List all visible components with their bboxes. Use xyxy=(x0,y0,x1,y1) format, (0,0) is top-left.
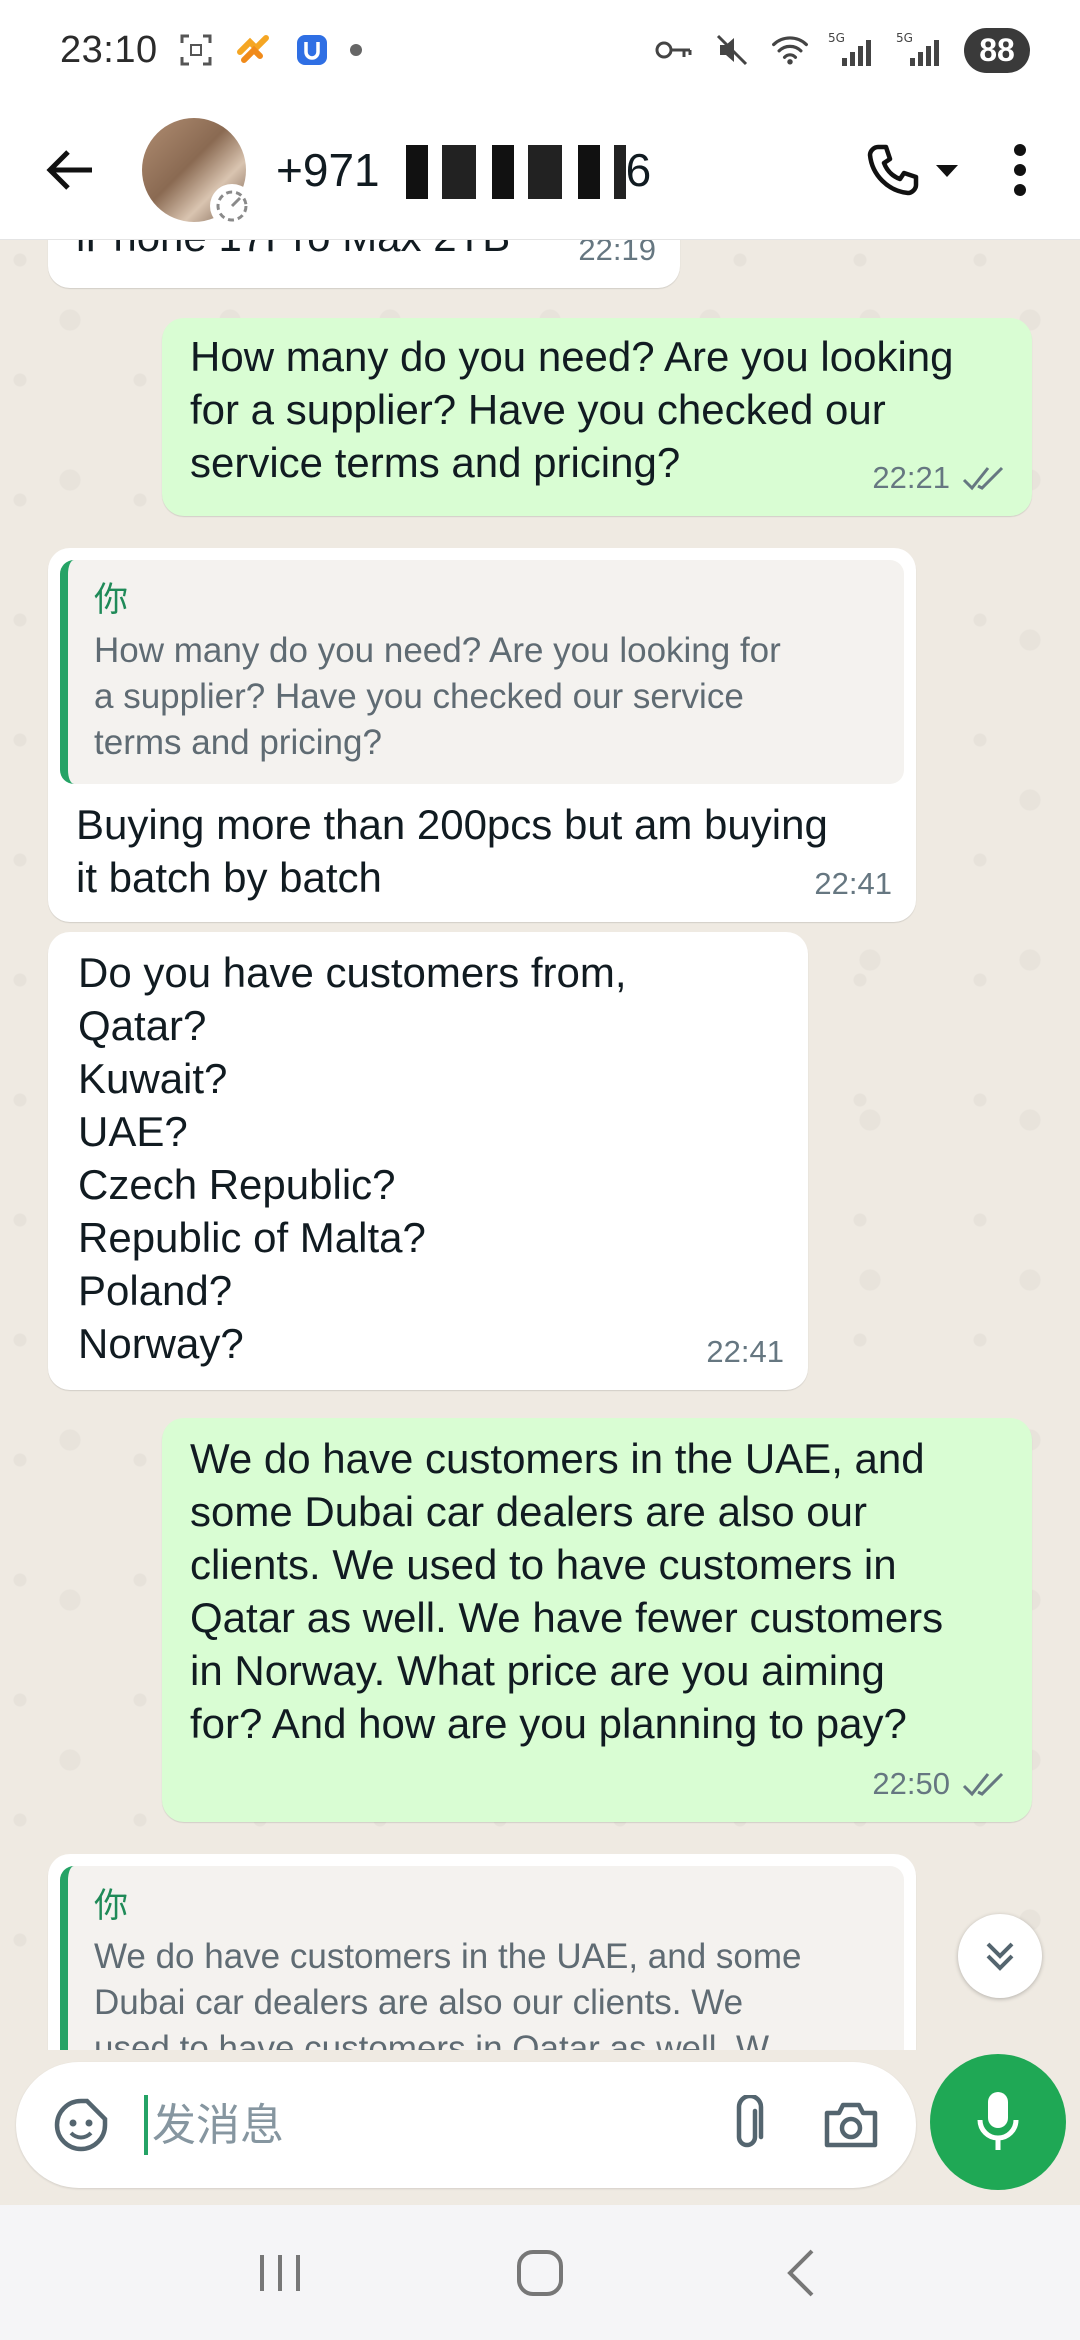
message-time: 22:21 xyxy=(872,460,950,495)
message-outgoing[interactable]: We do have customers in the UAE, and som… xyxy=(162,1418,1032,1822)
camera-button[interactable] xyxy=(816,2090,886,2160)
signal-2-icon: 5G xyxy=(896,30,946,70)
battery-indicator: 88 xyxy=(964,27,1030,73)
double-check-icon xyxy=(962,1772,1004,1796)
double-check-icon xyxy=(962,466,1004,490)
home-button[interactable] xyxy=(495,2228,585,2318)
quoted-message[interactable]: 你 We do have customers in the UAE, and s… xyxy=(60,1866,904,2050)
voice-message-button[interactable] xyxy=(930,2054,1066,2190)
more-options-button[interactable] xyxy=(990,135,1050,205)
status-ring-icon xyxy=(210,183,254,228)
message-meta: 22:41 xyxy=(814,857,892,910)
status-left: 23:10 xyxy=(60,29,362,72)
message-outgoing[interactable]: How many do you need? Are you looking fo… xyxy=(162,318,1032,516)
header-actions xyxy=(864,135,1050,205)
redacted-number xyxy=(405,144,626,199)
message-text: iPhone 17Pro Max 2TB xyxy=(76,240,652,263)
chevron-double-down-icon xyxy=(986,1942,1014,1971)
message-time: 22:50 xyxy=(872,1766,950,1801)
more-vertical-icon xyxy=(1014,143,1026,196)
screenshot-icon xyxy=(176,30,216,70)
contact-name[interactable]: +971 6 xyxy=(276,143,652,199)
network-label-1: 5G xyxy=(828,31,845,45)
camera-icon xyxy=(824,2102,878,2148)
wifi-icon xyxy=(770,30,810,70)
message-input[interactable] xyxy=(144,2095,664,2155)
microphone-icon xyxy=(977,2092,1019,2150)
contact-prefix: +971 xyxy=(276,143,380,196)
message-meta: 22:41 xyxy=(706,1325,784,1378)
message-incoming[interactable]: Do you have customers from, Qatar? Kuwai… xyxy=(48,932,808,1390)
message-time: 22:41 xyxy=(814,866,892,901)
sticker-button[interactable] xyxy=(46,2090,116,2160)
phone-icon xyxy=(867,144,919,195)
message-time: 22:19 xyxy=(578,240,656,267)
message-text: We do have customers in the UAE, and som… xyxy=(190,1435,944,1747)
avatar[interactable] xyxy=(142,117,254,228)
network-label-2: 5G xyxy=(896,31,913,45)
quoted-message[interactable]: 你 How many do you need? Are you looking … xyxy=(60,560,904,784)
message-meta: 22:19 xyxy=(578,240,656,276)
status-bar: 23:10 5G 5G 88 xyxy=(0,0,1080,100)
chat-area[interactable]: iPhone 17Pro Max 2TB 22:19 How many do y… xyxy=(0,240,1080,2050)
quote-author: 你 xyxy=(94,581,128,619)
quote-text: We do have customers in the UAE, and som… xyxy=(94,1937,802,2050)
message-meta: 22:21 xyxy=(872,451,1008,504)
sticker-icon xyxy=(54,2098,108,2152)
key-icon xyxy=(654,30,694,70)
call-button[interactable] xyxy=(864,141,962,199)
app-notification-icon xyxy=(234,30,274,70)
mute-icon xyxy=(712,30,752,70)
system-nav-bar xyxy=(0,2205,1080,2340)
status-right: 5G 5G 88 xyxy=(654,27,1030,73)
status-time: 23:10 xyxy=(60,28,158,71)
quote-text: How many do you need? Are you looking fo… xyxy=(94,631,781,762)
recent-apps-icon xyxy=(260,2254,300,2291)
more-notifications-dot xyxy=(349,44,362,56)
message-meta: 22:50 xyxy=(872,1757,1008,1810)
message-incoming-reply[interactable]: 你 How many do you need? Are you looking … xyxy=(48,548,916,922)
chat-header: +971 6 xyxy=(0,100,1080,240)
caret-down-icon xyxy=(936,164,958,177)
recent-apps-button[interactable] xyxy=(235,2228,325,2318)
chevron-left-icon xyxy=(787,2249,814,2296)
vpn-shield-icon xyxy=(292,30,332,70)
arrow-left-icon xyxy=(46,149,92,190)
signal-1-icon: 5G xyxy=(828,30,878,70)
scroll-to-bottom-button[interactable] xyxy=(958,1914,1042,1998)
message-composer xyxy=(16,2062,916,2188)
system-back-button[interactable] xyxy=(755,2228,845,2318)
quote-author: 你 xyxy=(94,1887,128,1925)
home-icon xyxy=(517,2249,563,2296)
message-text: Do you have customers from, Qatar? Kuwai… xyxy=(78,949,627,1367)
contact-suffix: 6 xyxy=(625,143,652,196)
message-incoming[interactable]: iPhone 17Pro Max 2TB 22:19 xyxy=(48,240,680,288)
attach-button[interactable] xyxy=(712,2090,782,2160)
back-button[interactable] xyxy=(40,140,100,200)
paperclip-icon xyxy=(736,2095,764,2148)
message-time: 22:41 xyxy=(706,1334,784,1369)
message-text: Buying more than 200pcs but am buying it… xyxy=(76,801,828,901)
message-incoming-reply[interactable]: 你 We do have customers in the UAE, and s… xyxy=(48,1854,916,2050)
